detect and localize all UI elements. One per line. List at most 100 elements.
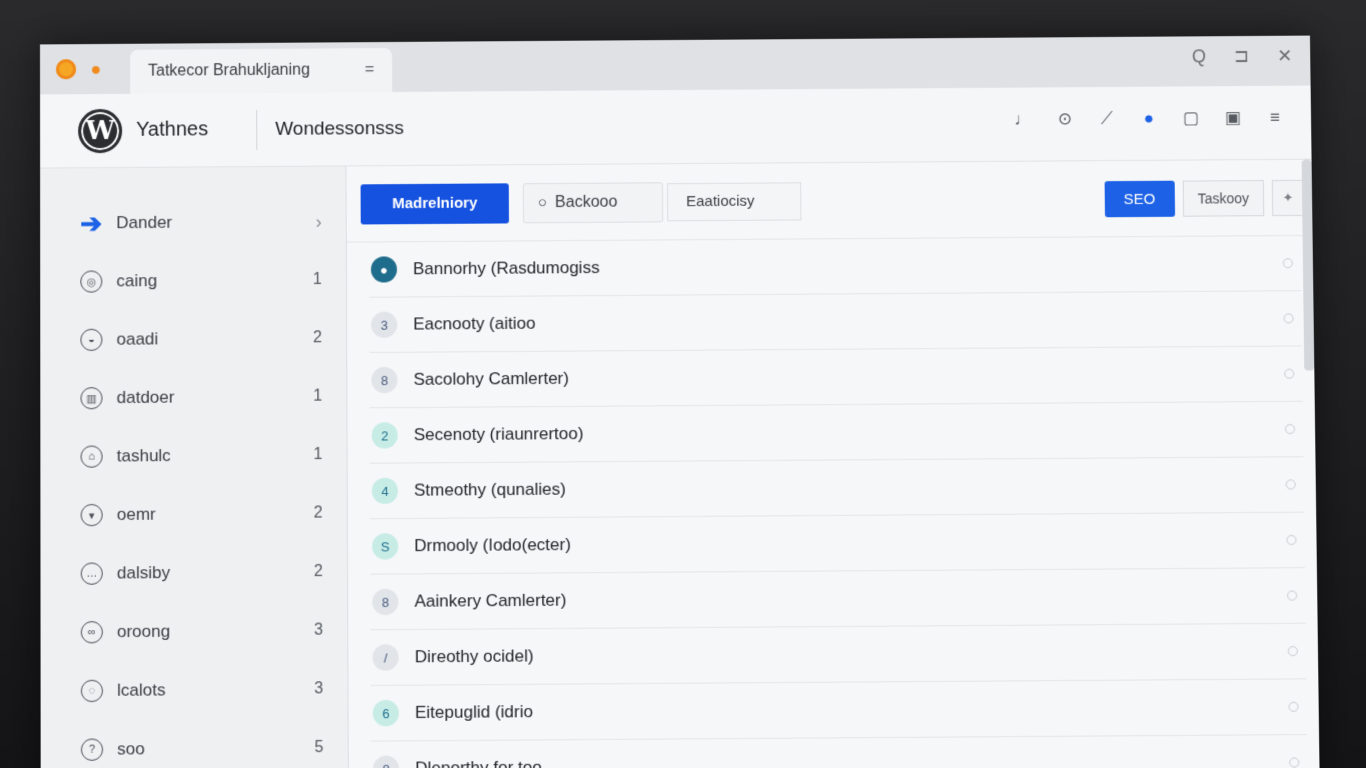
square-icon[interactable]: ▣ xyxy=(1223,108,1243,128)
list-item[interactable]: 8 Sacolohy Camlerter) xyxy=(369,346,1303,409)
row-status-icon[interactable] xyxy=(1285,479,1296,490)
row-title: Eacnooty (aitioo xyxy=(413,313,536,334)
primary-action-button[interactable]: Madrelniory xyxy=(360,182,509,224)
list-item[interactable]: / Direothy ocidel) xyxy=(370,623,1307,686)
row-title: Direothy ocidel) xyxy=(414,646,534,667)
pin-icon[interactable]: ✦ xyxy=(1271,179,1305,217)
book-icon: ▥ xyxy=(80,387,103,410)
search-icon: ○ xyxy=(537,194,548,212)
row-status-icon[interactable] xyxy=(1287,646,1298,657)
cast-icon[interactable]: ⊐ xyxy=(1234,46,1249,67)
sidebar-item-oemr[interactable]: ▾ oemr 2 xyxy=(40,484,347,545)
row-status-icon[interactable] xyxy=(1288,701,1299,712)
seo-button[interactable]: SEO xyxy=(1104,180,1175,218)
content-toolbar: Madrelniory ○ Backooo Eaatiocisy SEO Tas… xyxy=(346,159,1313,243)
sidebar-item-count: 3 xyxy=(314,680,324,698)
row-status-icon[interactable] xyxy=(1282,258,1293,269)
browser-window: ● Tatkecor Brahukljaning = Q ⊐ ✕ W Yathn… xyxy=(39,35,1320,768)
mic-icon[interactable]: ♩ xyxy=(1013,110,1033,130)
filter-label: Eaatiocisy xyxy=(686,192,755,211)
sidebar-item-label: Dander xyxy=(116,212,173,233)
content-panel: Madrelniory ○ Backooo Eaatiocisy SEO Tas… xyxy=(346,159,1320,768)
row-title: Eitepuglid (idrio xyxy=(414,702,533,723)
target-icon[interactable]: ⊙ xyxy=(1055,109,1075,129)
sidebar-item-soo[interactable]: ? soo 5 xyxy=(41,718,348,768)
notification-icon[interactable]: ● xyxy=(1139,109,1159,129)
chevron-right-icon[interactable]: › xyxy=(316,211,322,232)
search-icon[interactable]: Q xyxy=(1192,46,1206,67)
row-badge: S xyxy=(372,533,399,560)
sidebar-item-count: 1 xyxy=(313,387,323,405)
menu-icon[interactable]: ≡ xyxy=(1265,108,1285,128)
sidebar-item-label: caing xyxy=(116,271,158,291)
tab-menu-icon[interactable]: = xyxy=(365,61,374,79)
sidebar: ➔ Dander › ◎ caing 1 ◒ oaadi 2 ▥ datdoer… xyxy=(40,166,349,768)
home-icon: ⌂ xyxy=(80,445,103,468)
list-item[interactable]: S Drmooly (Iodo(ecter) xyxy=(369,512,1305,575)
list-item[interactable]: 8 Dleporthy for too xyxy=(370,735,1308,768)
pin-icon: ◌ xyxy=(80,679,103,703)
list-item[interactable]: 8 Aainkery Camlerter) xyxy=(370,568,1306,631)
site-name[interactable]: Wondessonsss xyxy=(275,117,404,140)
row-badge: 8 xyxy=(372,755,400,768)
sidebar-item-count: 2 xyxy=(313,562,323,581)
row-status-icon[interactable] xyxy=(1287,590,1298,601)
sidebar-item-count: 5 xyxy=(314,738,324,757)
send-icon[interactable]: ⟋ xyxy=(1097,109,1117,129)
row-status-icon[interactable] xyxy=(1284,368,1295,379)
browser-logo-icon[interactable] xyxy=(56,59,77,80)
search-value: Backooo xyxy=(554,193,618,211)
comment-icon[interactable]: ▢ xyxy=(1181,108,1201,128)
list-item[interactable]: 2 Secenoty (riaunrertoo) xyxy=(369,401,1304,464)
row-badge: 4 xyxy=(371,477,399,505)
list-item[interactable]: 4 Stmeothy (qunalies) xyxy=(369,457,1305,520)
sidebar-item-count: 1 xyxy=(312,270,322,289)
row-title: Dleporthy for too xyxy=(415,757,542,768)
sidebar-item-label: oemr xyxy=(116,504,156,525)
browser-tab[interactable]: Tatkecor Brahukljaning = xyxy=(130,47,393,94)
sidebar-item-lcalots[interactable]: ◌ lcalots 3 xyxy=(41,660,348,721)
search-input[interactable]: ○ Backooo xyxy=(522,181,664,223)
sidebar-item-oaadi[interactable]: ◒ oaadi 2 xyxy=(40,309,346,369)
row-title: Stmeothy (qunalies) xyxy=(413,479,566,500)
sidebar-item-dalsiby[interactable]: … dalsiby 2 xyxy=(40,543,347,604)
row-badge: 8 xyxy=(371,366,398,394)
sidebar-item-caing[interactable]: ◎ caing 1 xyxy=(40,251,346,311)
browser-tab-bar: ● Tatkecor Brahukljaning = Q ⊐ ✕ xyxy=(39,35,1311,95)
extension-icon[interactable]: ● xyxy=(86,59,106,79)
list-item[interactable]: 6 Eitepuglid (idrio xyxy=(370,679,1307,742)
secondary-button[interactable]: Taskooy xyxy=(1182,180,1265,217)
row-title: Bannorhy (Rasdumogiss xyxy=(412,257,600,279)
row-status-icon[interactable] xyxy=(1283,313,1294,324)
row-badge: 3 xyxy=(371,311,398,338)
sidebar-item-oroong[interactable]: ∞ oroong 3 xyxy=(41,601,348,662)
close-icon[interactable]: ✕ xyxy=(1277,46,1292,67)
sidebar-item-label: oroong xyxy=(116,621,171,642)
row-status-icon[interactable] xyxy=(1289,757,1300,768)
brand-name[interactable]: Yathnes xyxy=(136,118,256,142)
wordpress-logo-icon[interactable]: W xyxy=(78,108,123,153)
app-header: W Yathnes Wondessonsss ♩ ⊙ ⟋ ● ▢ ▣ ≡ xyxy=(40,85,1312,169)
row-title: Secenoty (riaunrertoo) xyxy=(413,423,584,445)
sidebar-item-tashulc[interactable]: ⌂ tashulc 1 xyxy=(40,426,346,487)
help-icon: ? xyxy=(80,738,104,761)
sidebar-item-count: 2 xyxy=(313,329,323,347)
item-list: ● Bannorhy (Rasdumogiss 3 Eacnooty (aiti… xyxy=(347,235,1320,768)
toolbar-right-actions: SEO Taskooy ✦ xyxy=(1104,179,1305,218)
sidebar-item-label: tashulc xyxy=(116,445,171,466)
sidebar-item-label: dalsiby xyxy=(116,562,171,583)
row-status-icon[interactable] xyxy=(1286,534,1297,546)
sidebar-item-datdoer[interactable]: ▥ datdoer 1 xyxy=(40,367,346,428)
arrow-right-icon: ➔ xyxy=(80,207,103,238)
sidebar-item-dander[interactable]: ➔ Dander › xyxy=(40,192,346,252)
row-badge: ● xyxy=(370,256,398,283)
row-status-icon[interactable] xyxy=(1284,424,1296,435)
filter-button[interactable]: Eaatiocisy xyxy=(666,181,802,221)
window-controls: Q ⊐ ✕ xyxy=(1192,46,1292,68)
main-area: ➔ Dander › ◎ caing 1 ◒ oaadi 2 ▥ datdoer… xyxy=(40,159,1320,768)
row-badge: 8 xyxy=(372,588,399,616)
list-item[interactable]: ● Bannorhy (Rasdumogiss xyxy=(368,235,1302,298)
sidebar-item-count: 2 xyxy=(313,504,323,522)
row-badge: 6 xyxy=(372,699,399,727)
list-item[interactable]: 3 Eacnooty (aitioo xyxy=(369,291,1302,353)
